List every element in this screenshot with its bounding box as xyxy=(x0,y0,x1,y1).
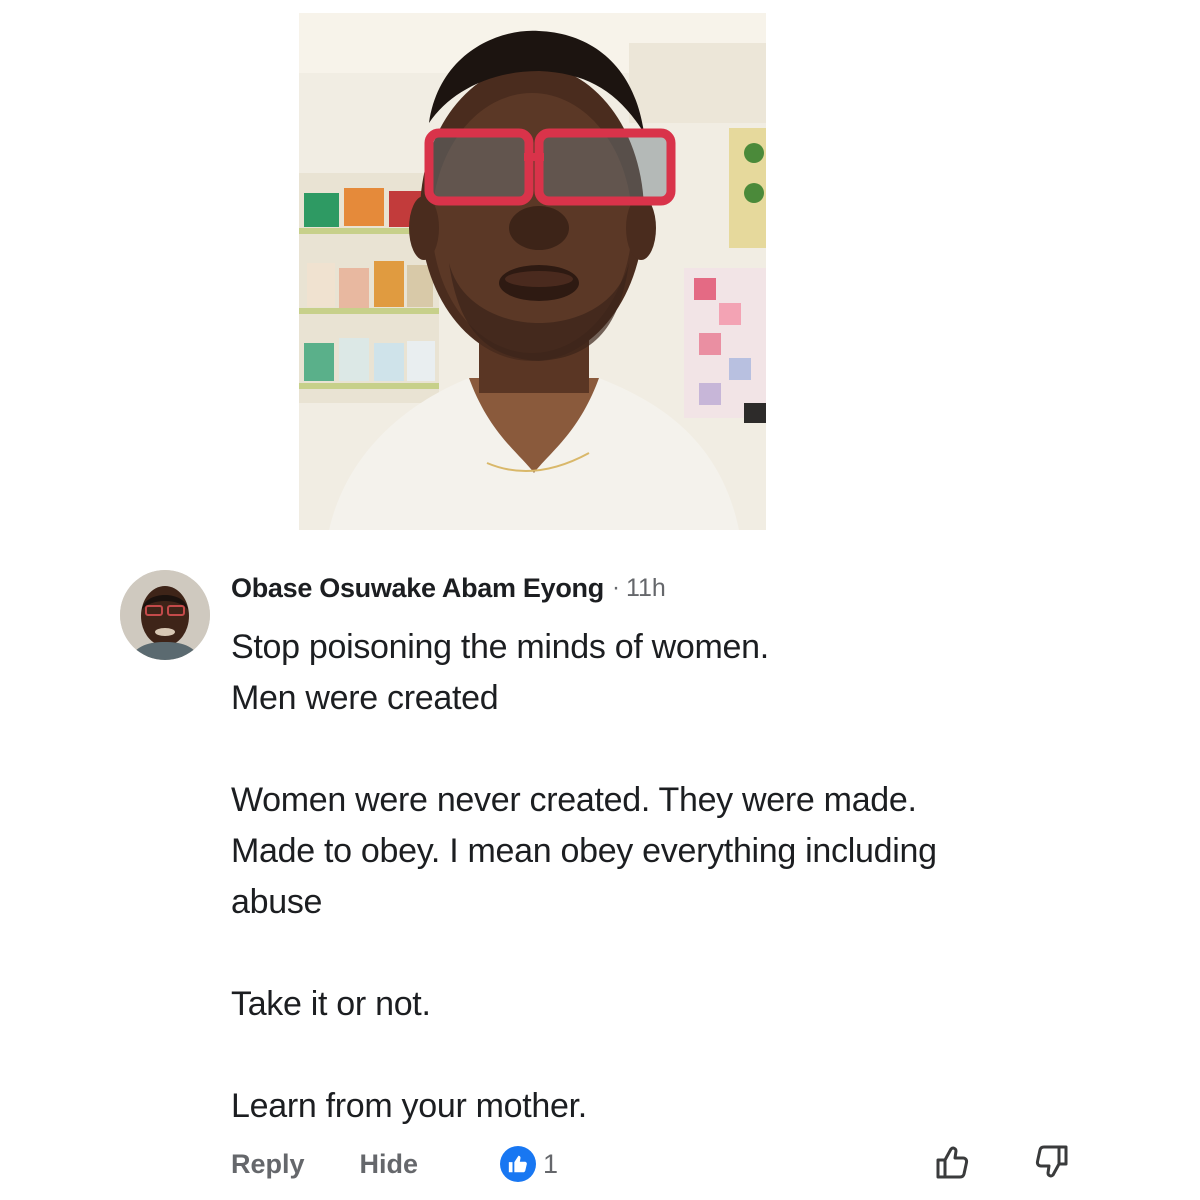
downvote-icon xyxy=(1035,1145,1068,1178)
downvote-button[interactable] xyxy=(1030,1140,1074,1184)
post-photo[interactable] xyxy=(299,13,766,530)
comment-line: Learn from your mother. xyxy=(231,1087,587,1125)
comment-meta: Obase Osuwake Abam Eyong · 11h xyxy=(231,570,1131,606)
reply-button[interactable]: Reply xyxy=(231,1149,305,1180)
portrait-illustration xyxy=(299,13,766,530)
comment-actions: Reply Hide 1 xyxy=(231,1142,558,1186)
author-name[interactable]: Obase Osuwake Abam Eyong xyxy=(231,573,604,604)
comment-body: Stop poisoning the minds of women. Men we… xyxy=(231,622,1131,1132)
avatar[interactable] xyxy=(120,570,210,660)
meta-separator: · xyxy=(611,574,620,601)
upvote-button[interactable] xyxy=(930,1140,974,1184)
comment-line: Stop poisoning the minds of women. xyxy=(231,628,769,666)
thumbs-up-icon xyxy=(500,1146,537,1182)
upvote-icon xyxy=(936,1146,969,1179)
comment-line: Take it or not. xyxy=(231,985,431,1023)
like-count: 1 xyxy=(543,1148,559,1179)
comment-line: Women were never created. They were made… xyxy=(231,781,917,819)
comment-line: Men were created xyxy=(231,679,499,717)
avatar-illustration xyxy=(120,570,210,660)
comment-line: Made to obey. I mean obey everything inc… xyxy=(231,832,937,870)
comment-time[interactable]: 11h xyxy=(626,574,666,603)
reaction-summary[interactable]: 1 xyxy=(500,1146,558,1182)
hide-button[interactable]: Hide xyxy=(360,1149,419,1180)
comment-line: abuse xyxy=(231,883,323,921)
comment: Obase Osuwake Abam Eyong · 11h Stop pois… xyxy=(231,570,1131,1132)
